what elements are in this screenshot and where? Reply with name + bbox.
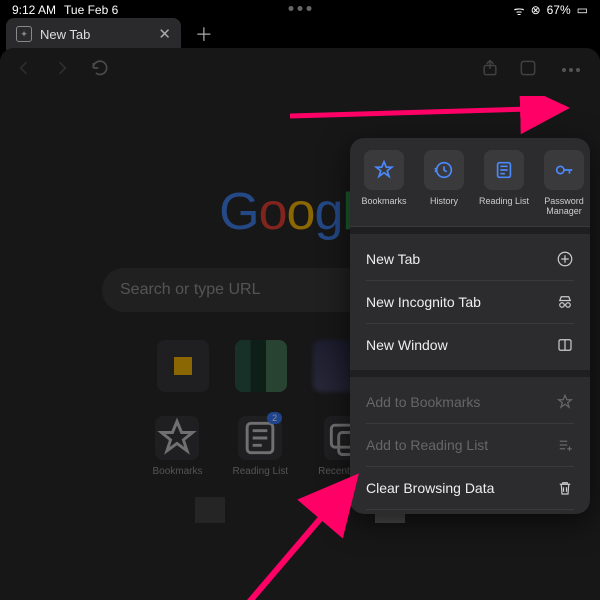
menu-history[interactable]: History (414, 150, 474, 216)
wifi-icon: ᯤ (514, 2, 525, 19)
close-icon[interactable]: ✕ (158, 25, 171, 43)
new-tab-button[interactable]: ＋ (195, 21, 213, 47)
menu-bookmarks[interactable]: Bookmarks (354, 150, 414, 216)
menu-incognito-tab[interactable]: New Incognito Tab (350, 281, 590, 323)
overflow-menu: Bookmarks History Reading List Password … (350, 138, 590, 514)
reading-list-icon (484, 150, 524, 190)
add-reading-icon (556, 436, 574, 454)
menu-new-window[interactable]: New Window (350, 324, 590, 366)
globe-icon: ✦ (16, 26, 32, 42)
menu-add-bookmarks: Add to Bookmarks (350, 381, 590, 423)
battery-percent: 67% (547, 3, 571, 17)
multitask-dots[interactable] (289, 6, 312, 11)
menu-password-manager[interactable]: Password Manager (534, 150, 590, 216)
star-icon (556, 393, 574, 411)
star-icon (364, 150, 404, 190)
history-icon (424, 150, 464, 190)
window-icon (556, 336, 574, 354)
trash-icon (556, 479, 574, 497)
menu-reading-list[interactable]: Reading List (474, 150, 534, 216)
menu-clear-browsing-data[interactable]: Clear Browsing Data (350, 467, 590, 509)
incognito-icon (556, 293, 574, 311)
menu-new-tab[interactable]: New Tab (350, 238, 590, 280)
browser-tab[interactable]: ✦ New Tab ✕ (6, 18, 181, 50)
tab-strip: ✦ New Tab ✕ ＋ (0, 20, 600, 48)
tab-title: New Tab (40, 27, 90, 42)
menu-add-reading: Add to Reading List (350, 424, 590, 466)
status-date: Tue Feb 6 (64, 3, 118, 17)
orientation-lock-icon: ⊗ (531, 3, 541, 17)
plus-circle-icon (556, 250, 574, 268)
battery-icon: ▭ (577, 3, 588, 17)
status-bar: 9:12 AM Tue Feb 6 ᯤ ⊗ 67% ▭ (0, 0, 600, 20)
key-icon (544, 150, 584, 190)
status-time: 9:12 AM (12, 3, 56, 17)
